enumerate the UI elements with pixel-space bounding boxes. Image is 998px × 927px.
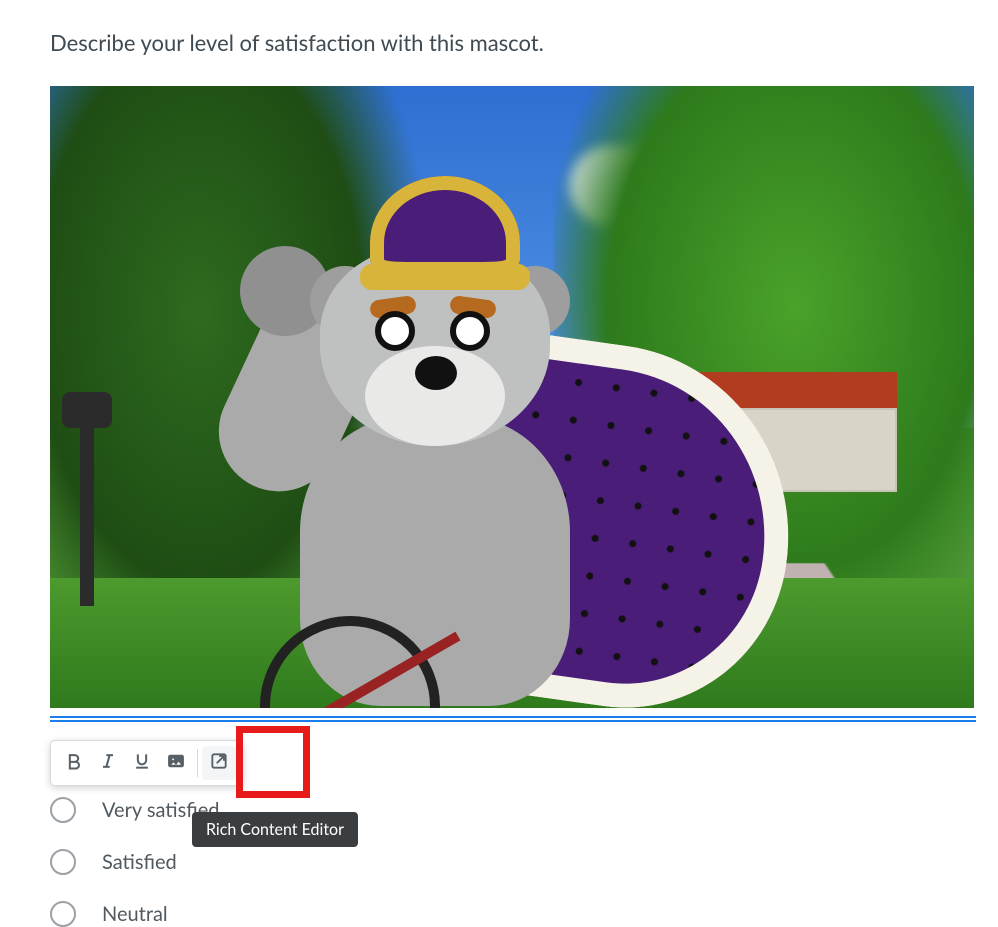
radio-icon[interactable] [50, 849, 76, 875]
open-external-icon [209, 751, 229, 775]
radio-icon[interactable] [50, 797, 76, 823]
question-image[interactable] [50, 86, 974, 708]
bold-icon [64, 751, 84, 775]
bold-button[interactable] [57, 746, 91, 780]
underline-icon [132, 751, 152, 775]
toolbar-separator [197, 749, 198, 777]
selection-line [50, 720, 976, 722]
insert-image-button[interactable] [159, 746, 193, 780]
underline-button[interactable] [125, 746, 159, 780]
selection-line [50, 716, 976, 718]
italic-button[interactable] [91, 746, 125, 780]
choice-satisfied[interactable]: Satisfied [50, 849, 219, 875]
open-rich-content-editor-button[interactable] [202, 746, 236, 780]
choice-label: Neutral [102, 902, 168, 926]
formatting-toolbar [50, 740, 243, 786]
choice-neutral[interactable]: Neutral [50, 901, 219, 927]
choice-label: Satisfied [102, 850, 177, 874]
image-icon [166, 751, 186, 775]
question-prompt: Describe your level of satisfaction with… [50, 28, 948, 58]
highlight-box [236, 726, 310, 798]
radio-icon[interactable] [50, 901, 76, 927]
italic-icon [98, 751, 118, 775]
rich-content-editor-tooltip: Rich Content Editor [192, 812, 358, 847]
